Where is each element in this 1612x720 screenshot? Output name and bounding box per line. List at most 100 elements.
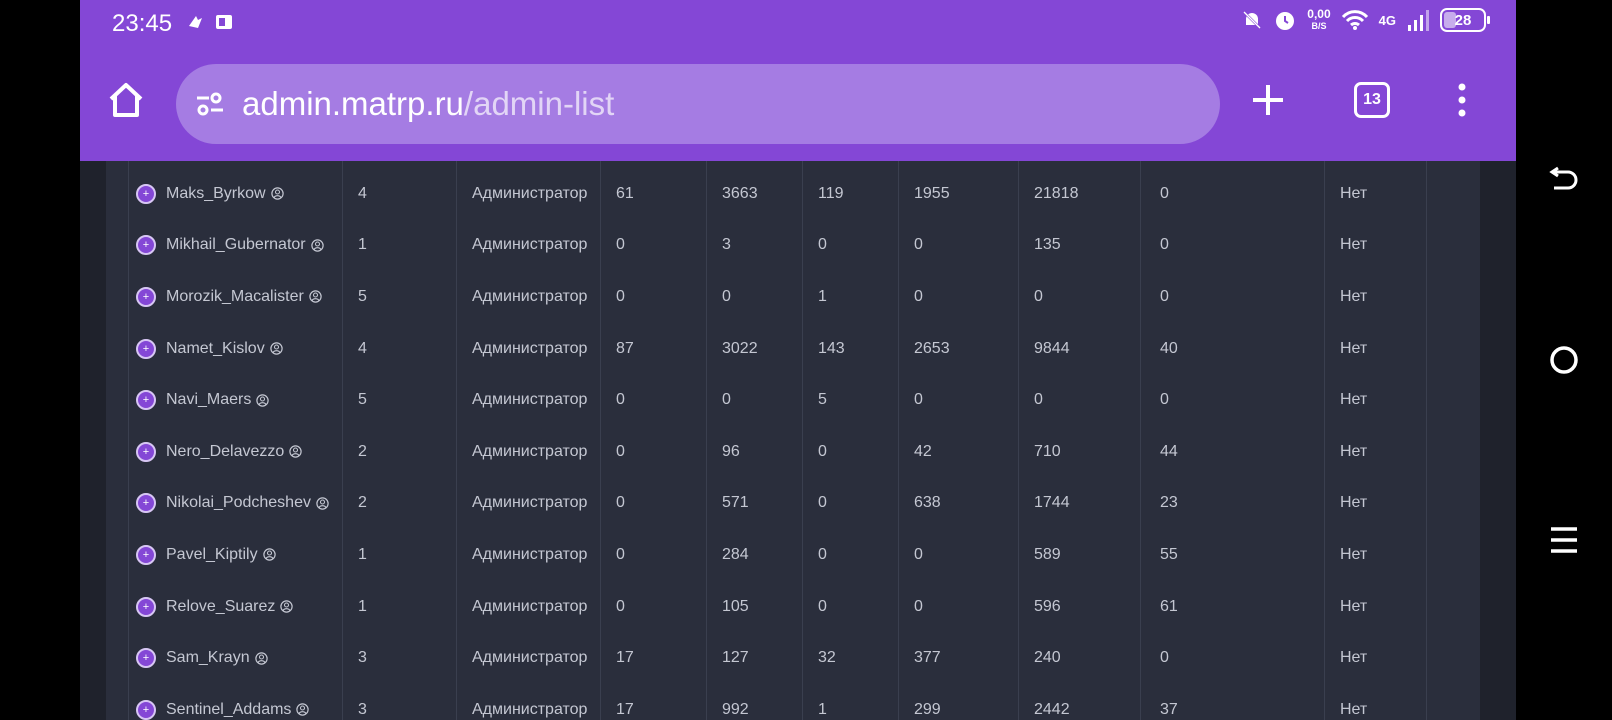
stat-col-1: 17 (616, 700, 634, 718)
admin-status: Нет (1340, 442, 1368, 460)
stat-col-6: 61 (1160, 597, 1178, 615)
user-profile-icon[interactable] (296, 703, 310, 716)
network-speed: 0,00 B/S (1307, 7, 1331, 31)
admin-name-cell: + Namet_Kislov (136, 323, 283, 375)
admin-level: 1 (358, 236, 367, 254)
column-divider (898, 161, 899, 720)
expand-row-icon[interactable]: + (136, 390, 156, 411)
user-profile-icon[interactable] (262, 548, 276, 562)
stat-col-5: 2442 (1034, 700, 1070, 718)
browser-header: 23:45 0,00 B/S 4G 28 admin.matrp.ru/admin… (80, 0, 1516, 161)
user-profile-icon[interactable] (316, 497, 329, 510)
column-divider (1426, 161, 1427, 720)
stat-col-4: 2653 (914, 339, 950, 357)
back-icon[interactable] (1548, 162, 1580, 194)
address-bar[interactable]: admin.matrp.ru/admin-list (176, 64, 1220, 144)
admin-level: 5 (358, 391, 367, 409)
user-profile-icon[interactable] (289, 445, 302, 458)
admin-status: Нет (1340, 545, 1368, 563)
stat-col-3: 1 (818, 287, 827, 305)
stat-col-1: 0 (616, 287, 625, 305)
stat-col-6: 40 (1160, 339, 1178, 357)
admin-role: Администратор (472, 236, 588, 254)
stat-col-6: 55 (1160, 545, 1178, 563)
table-row: + Nikolai_Podcheshev 2 Администратор 0 571 0 63… (128, 478, 1448, 530)
url-text: admin.matrp.ru/admin-list (242, 85, 614, 123)
expand-row-icon[interactable]: + (136, 699, 156, 720)
home-nav-icon[interactable] (1548, 344, 1580, 376)
admin-name[interactable]: Nero_Delavezzo (166, 443, 284, 461)
stat-col-5: 1744 (1034, 494, 1070, 512)
admin-level: 1 (358, 545, 367, 563)
admin-name[interactable]: Namet_Kislov (166, 340, 265, 358)
admin-status: Нет (1340, 184, 1368, 202)
expand-row-icon[interactable]: + (136, 648, 156, 669)
column-divider (456, 161, 457, 720)
admin-name-cell: + Nero_Delavezzo (136, 426, 302, 478)
stat-col-2: 571 (722, 494, 749, 512)
signal-icon (1408, 10, 1429, 31)
app-notification-icon (189, 16, 202, 28)
admin-name[interactable]: Sam_Krayn (166, 649, 250, 667)
admin-name-cell: + Navi_Maers (136, 374, 270, 426)
column-divider (342, 161, 343, 720)
phone-screen: + Maks_Byrkow 4 Администратор 61 3663 119 1955 2… (80, 0, 1516, 720)
admin-name[interactable]: Sentinel_Addams (166, 701, 291, 719)
expand-row-icon[interactable]: + (136, 493, 156, 514)
expand-row-icon[interactable]: + (136, 183, 156, 204)
expand-row-icon[interactable]: + (136, 441, 156, 462)
admin-name-cell: + Pavel_Kiptily (136, 529, 276, 581)
user-profile-icon[interactable] (280, 600, 294, 613)
admin-name[interactable]: Mikhail_Gubernator (166, 236, 306, 254)
table-row: + Nero_Delavezzo 2 Администратор 0 96 0 42 710 44… (128, 426, 1448, 478)
stat-col-4: 299 (914, 700, 941, 718)
stat-col-1: 0 (616, 236, 625, 254)
recents-icon[interactable] (1548, 524, 1580, 556)
column-divider (706, 161, 707, 720)
notification-icons (186, 12, 234, 32)
admin-name[interactable]: Morozik_Macalister (166, 288, 304, 306)
stat-col-3: 143 (818, 339, 845, 357)
admin-level: 3 (358, 700, 367, 718)
admin-role: Администратор (472, 339, 588, 357)
user-profile-icon[interactable] (270, 342, 283, 355)
admin-status: Нет (1340, 236, 1368, 254)
url-path: /admin-list (463, 85, 615, 122)
admin-name[interactable]: Nikolai_Podcheshev (166, 494, 311, 512)
stat-col-4: 1955 (914, 184, 950, 202)
word-app-icon (216, 15, 232, 29)
expand-row-icon[interactable]: + (136, 286, 156, 307)
admin-role: Администратор (472, 597, 588, 615)
wifi-icon (1341, 10, 1368, 30)
stat-col-5: 0 (1034, 391, 1043, 409)
new-tab-icon[interactable] (1250, 82, 1286, 118)
table-row: + Morozik_Macalister 5 Администратор 0 0 1 0 0 0 Н… (128, 271, 1448, 323)
home-icon[interactable] (106, 80, 146, 120)
expand-row-icon[interactable]: + (136, 235, 156, 256)
admin-name[interactable]: Pavel_Kiptily (166, 546, 258, 564)
admin-name[interactable]: Relove_Suarez (166, 598, 275, 616)
user-profile-icon[interactable] (310, 239, 324, 252)
more-menu-icon[interactable] (1450, 82, 1474, 118)
expand-row-icon[interactable]: + (136, 596, 156, 617)
table-row: + Relove_Suarez 1 Администратор 0 105 0 0 596 61 Н… (128, 581, 1448, 633)
user-profile-icon[interactable] (256, 393, 270, 407)
expand-row-icon[interactable]: + (136, 338, 156, 359)
admin-role: Администратор (472, 391, 588, 409)
network-type: 4G (1378, 12, 1396, 28)
site-settings-icon[interactable] (194, 88, 226, 120)
user-profile-icon[interactable] (270, 187, 284, 200)
admin-name-cell: + Nikolai_Podcheshev (136, 478, 329, 530)
user-profile-icon[interactable] (254, 651, 268, 665)
stat-col-3: 0 (818, 545, 827, 563)
url-domain: admin.matrp.ru (242, 85, 464, 122)
stat-col-2: 96 (722, 442, 740, 460)
admin-status: Нет (1340, 287, 1368, 305)
admin-name[interactable]: Navi_Maers (166, 391, 251, 409)
expand-row-icon[interactable]: + (136, 544, 156, 565)
tab-switcher-button[interactable]: 13 (1354, 82, 1390, 118)
system-icons: 0,00 B/S 4G 28 (1241, 7, 1490, 32)
stat-col-2: 0 (722, 391, 731, 409)
admin-name[interactable]: Maks_Byrkow (166, 185, 266, 203)
user-profile-icon[interactable] (309, 290, 322, 304)
